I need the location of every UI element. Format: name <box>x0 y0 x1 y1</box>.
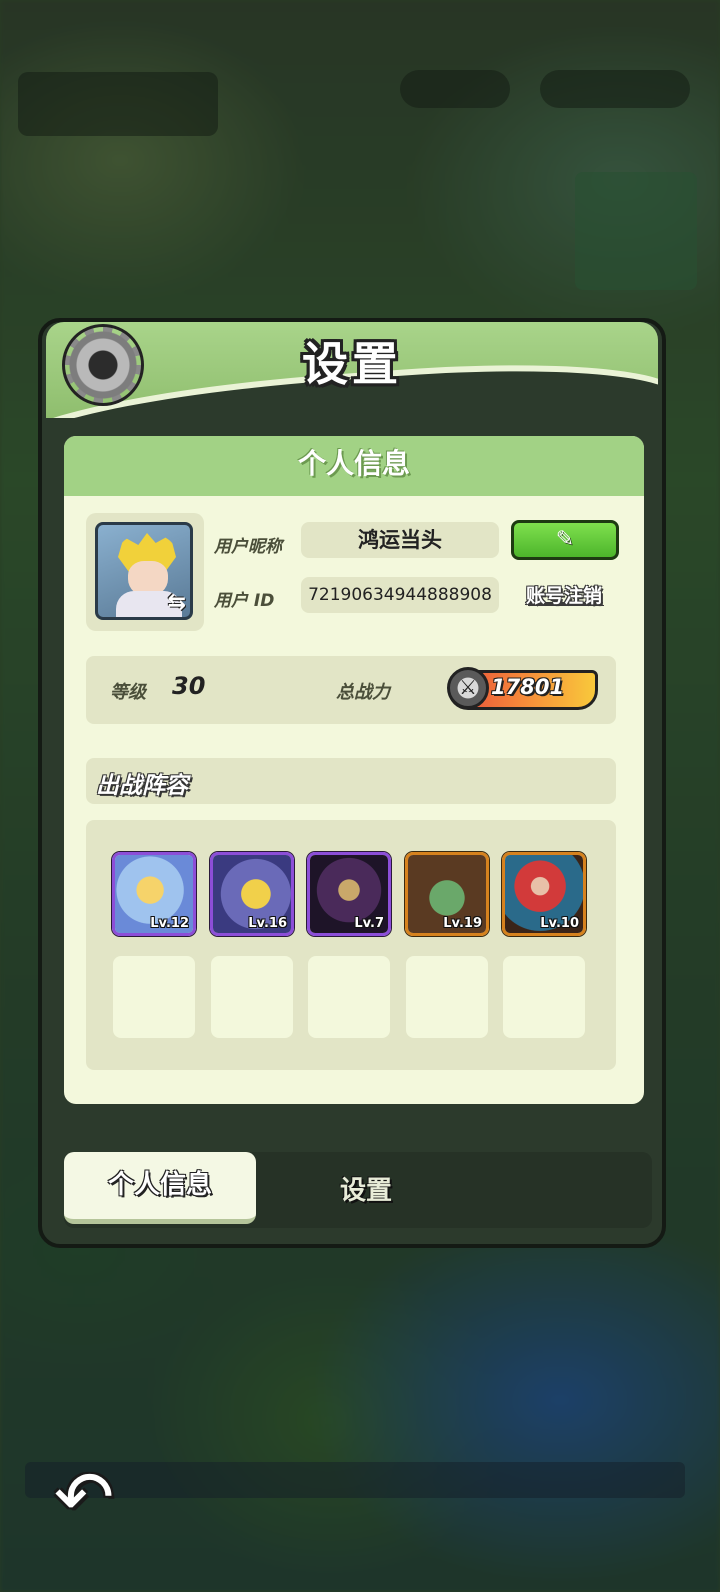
nickname-label: 用户昵称 <box>214 537 282 557</box>
tab-settings[interactable]: 设置 <box>296 1170 436 1207</box>
user-id-label: 用户 ID <box>214 591 275 611</box>
hero-slot-4[interactable]: Lv.19 <box>405 852 489 936</box>
gem-counter <box>400 70 510 108</box>
hero-level: Lv.7 <box>354 916 384 931</box>
cancel-account-link[interactable]: 账号注销 <box>514 581 614 608</box>
lineup-area: Lv.12 Lv.16 Lv.7 Lv.19 Lv.10 <box>86 820 616 1070</box>
settings-panel: 设置 个人信息 ⇆ 用户昵称 鸿运当头 ✎ 用户 ID 721906349448… <box>38 318 666 1248</box>
power-badge: ⚔ 17801 <box>447 667 598 710</box>
crossed-swords-icon: ⚔ <box>447 667 489 709</box>
hero-level: Lv.19 <box>443 916 482 931</box>
hero-level: Lv.10 <box>540 916 579 931</box>
lineup-header: 出战阵容 <box>86 758 616 804</box>
profile-section-title: 个人信息 <box>64 436 644 496</box>
user-id-value: 72190634944888908 <box>301 577 499 613</box>
hero-slot-5[interactable]: Lv.10 <box>502 852 586 936</box>
tab-profile[interactable]: 个人信息 <box>64 1152 256 1224</box>
minimap <box>575 172 697 290</box>
hero-level: Lv.16 <box>248 916 287 931</box>
lineup-title: 出战阵容 <box>96 773 188 799</box>
stats-bar: 等级 30 总战力 ⚔ 17801 <box>86 656 616 724</box>
nickname-value: 鸿运当头 <box>301 522 499 558</box>
empty-hero-slot[interactable] <box>308 956 390 1038</box>
hero-level: Lv.12 <box>150 916 189 931</box>
tab-bar: 个人信息 设置 <box>64 1152 652 1228</box>
level-value: 30 <box>172 672 206 700</box>
panel-title: 设置 <box>302 337 402 391</box>
avatar[interactable]: ⇆ <box>95 522 193 620</box>
empty-hero-slot[interactable] <box>113 956 195 1038</box>
hero-slot-1[interactable]: Lv.12 <box>112 852 196 936</box>
level-label: 等级 <box>110 682 146 703</box>
player-hud <box>18 72 218 136</box>
edit-nickname-button[interactable]: ✎ <box>511 520 619 560</box>
pencil-icon: ✎ <box>555 527 575 552</box>
hero-slot-2[interactable]: Lv.16 <box>210 852 294 936</box>
swap-avatar-icon[interactable]: ⇆ <box>168 590 186 615</box>
power-value: 17801 <box>491 675 565 699</box>
coin-counter <box>540 70 690 108</box>
hero-slot-3[interactable]: Lv.7 <box>307 852 391 936</box>
empty-hero-slot[interactable] <box>406 956 488 1038</box>
avatar-frame[interactable]: ⇆ <box>86 513 204 631</box>
profile-content: 个人信息 ⇆ 用户昵称 鸿运当头 ✎ 用户 ID 721906349448889… <box>64 436 644 1104</box>
empty-hero-slot[interactable] <box>503 956 585 1038</box>
back-arrow-icon[interactable]: ↶ <box>38 1461 130 1533</box>
empty-hero-slot[interactable] <box>211 956 293 1038</box>
power-label: 总战力 <box>336 682 390 703</box>
